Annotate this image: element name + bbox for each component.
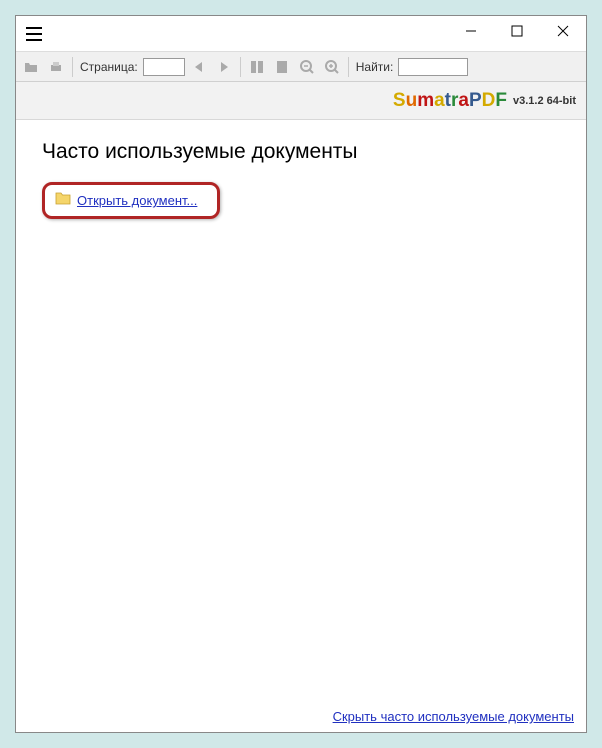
hide-frequent-link[interactable]: Скрыть часто используемые документы	[333, 709, 574, 724]
zoom-out-icon[interactable]	[296, 56, 318, 78]
window-controls	[448, 16, 586, 46]
prev-page-icon[interactable]	[188, 56, 210, 78]
maximize-button[interactable]	[494, 16, 540, 46]
folder-icon	[55, 191, 71, 210]
fit-width-icon[interactable]	[246, 56, 268, 78]
titlebar	[16, 16, 586, 52]
find-input[interactable]	[398, 58, 468, 76]
page-label: Страница:	[80, 60, 138, 74]
header-strip: SumatraPDF v3.1.2 64-bit	[16, 82, 586, 120]
open-document-link[interactable]: Открыть документ...	[77, 193, 197, 208]
version-label: v3.1.2 64-bit	[513, 95, 576, 107]
separator	[72, 57, 73, 77]
toolbar: Страница: Найти:	[16, 52, 586, 82]
content-area: Часто используемые документы Открыть док…	[16, 120, 586, 732]
print-icon[interactable]	[45, 56, 67, 78]
menu-icon[interactable]	[16, 16, 52, 52]
app-window: Страница: Найти: SumatraPDF v3.1.2 64-bi…	[15, 15, 587, 733]
page-title: Часто используемые документы	[42, 140, 560, 164]
next-page-icon[interactable]	[213, 56, 235, 78]
minimize-button[interactable]	[448, 16, 494, 46]
page-input[interactable]	[143, 58, 185, 76]
app-logo: SumatraPDF	[393, 90, 507, 112]
open-document-highlight: Открыть документ...	[42, 182, 220, 219]
separator	[348, 57, 349, 77]
find-label: Найти:	[356, 60, 394, 74]
separator	[240, 57, 241, 77]
zoom-in-icon[interactable]	[321, 56, 343, 78]
close-button[interactable]	[540, 16, 586, 46]
open-file-icon[interactable]	[20, 56, 42, 78]
fit-page-icon[interactable]	[271, 56, 293, 78]
